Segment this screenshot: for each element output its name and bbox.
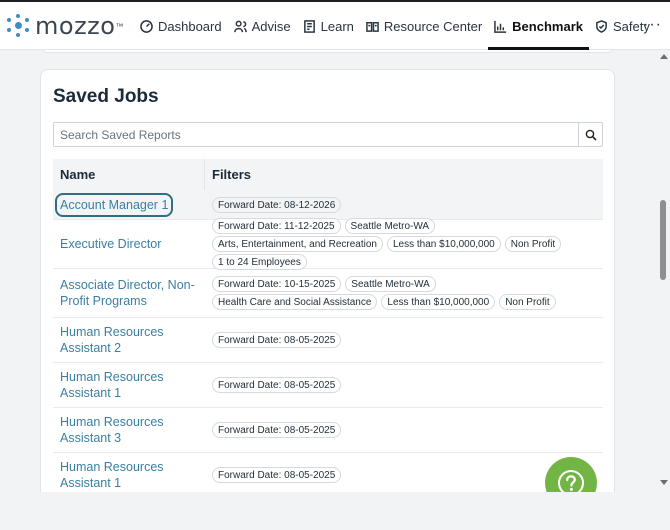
filter-chip: Forward Date: 08-05-2025	[212, 332, 342, 348]
book-icon	[303, 19, 315, 33]
filter-chip: Less than $10,000,000	[381, 294, 496, 310]
search-button[interactable]	[578, 123, 602, 146]
scroll-up-arrow-icon[interactable]	[660, 54, 668, 59]
job-link[interactable]: Account Manager 1	[55, 192, 174, 217]
table-row[interactable]: Associate Director, Non-Profit Programs …	[53, 269, 603, 318]
filter-chip: 1 to 24 Employees	[212, 254, 307, 270]
bar-chart-icon	[494, 20, 507, 33]
table-row[interactable]: Human Resources Assistant 1 Forward Date…	[53, 363, 603, 408]
table-row[interactable]: Human Resources Assistant 1 Forward Date…	[53, 453, 603, 492]
dashboard-gauge-icon	[140, 19, 153, 33]
job-link[interactable]: Human Resources Assistant 3	[60, 414, 205, 446]
filter-chip: Non Profit	[499, 294, 556, 310]
job-link[interactable]: Associate Director, Non-Profit Programs	[60, 277, 205, 309]
previous-card-bottom	[40, 50, 615, 53]
main-nav: Dashboard Advise Learn Resource Center B…	[134, 2, 656, 50]
nav-learn[interactable]: Learn	[297, 2, 360, 50]
open-book-icon	[366, 21, 379, 32]
filter-chips: Forward Date: 08-12-2026	[205, 190, 603, 219]
search-input[interactable]	[54, 123, 578, 146]
nav-dashboard[interactable]: Dashboard	[134, 2, 228, 50]
filter-chip: Forward Date: 11-12-2025	[212, 218, 341, 234]
table-row[interactable]: Human Resources Assistant 3 Forward Date…	[53, 408, 603, 453]
filter-chips: Forward Date: 08-05-2025	[205, 408, 603, 452]
filter-chips: Forward Date: 08-05-2025	[205, 318, 603, 362]
table-row[interactable]: Human Resources Assistant 2 Forward Date…	[53, 318, 603, 363]
question-mark-icon	[558, 470, 584, 492]
filter-chip: Forward Date: 08-05-2025	[212, 422, 342, 438]
mozzo-logo[interactable]: mozzo ™	[5, 12, 123, 40]
job-link[interactable]: Human Resources Assistant 1	[60, 459, 205, 491]
column-header-name[interactable]: Name	[53, 159, 205, 190]
filter-chip: Forward Date: 08-05-2025	[212, 377, 342, 393]
top-navigation-bar: mozzo ™ Dashboard Advise Learn Resource C…	[0, 0, 670, 50]
search-bar	[53, 122, 603, 147]
filter-chip: Health Care and Social Assistance	[212, 294, 378, 310]
filter-chip: Seattle Metro-WA	[344, 218, 436, 234]
nav-benchmark[interactable]: Benchmark	[488, 2, 589, 50]
more-menu-button[interactable]: ···	[643, 16, 662, 34]
nav-dashboard-label: Dashboard	[158, 18, 222, 34]
saved-jobs-table: Name Filters Account Manager 1 Forward D…	[53, 159, 603, 492]
nav-advise[interactable]: Advise	[228, 2, 297, 50]
nav-benchmark-label: Benchmark	[512, 18, 583, 34]
filter-chip: Forward Date: 08-12-2026	[212, 196, 342, 213]
nav-resource-center[interactable]: Resource Center	[360, 2, 488, 50]
nav-resource-center-label: Resource Center	[383, 18, 483, 34]
logo-text: mozzo	[35, 12, 116, 40]
filter-chip: Non Profit	[504, 236, 562, 252]
job-link[interactable]: Human Resources Assistant 1	[60, 369, 205, 401]
people-icon	[233, 20, 247, 32]
table-header: Name Filters	[53, 159, 603, 190]
filter-chip: Forward Date: 10-15-2025	[212, 276, 342, 292]
filter-chips: Forward Date: 10-15-2025 Seattle Metro-W…	[205, 269, 603, 317]
table-row[interactable]: Executive Director Forward Date: 11-12-2…	[53, 218, 603, 270]
nav-advise-label: Advise	[251, 18, 291, 34]
filter-chips: Forward Date: 11-12-2025 Seattle Metro-W…	[205, 218, 603, 270]
shield-icon	[596, 19, 607, 33]
job-link[interactable]: Executive Director	[60, 236, 161, 252]
filter-chips: Forward Date: 08-05-2025	[205, 363, 603, 407]
logo-mark-icon	[5, 13, 31, 39]
vertical-scrollbar[interactable]	[657, 50, 670, 492]
page-title: Saved Jobs	[53, 86, 159, 107]
column-header-filters: Filters	[212, 167, 252, 182]
nav-learn-label: Learn	[320, 18, 354, 34]
logo-trademark: ™	[115, 21, 124, 31]
filter-chip: Less than $10,000,000	[386, 236, 501, 252]
table-row[interactable]: Account Manager 1 Forward Date: 08-12-20…	[53, 190, 603, 220]
filter-chip: Forward Date: 08-05-2025	[212, 467, 342, 483]
scroll-down-arrow-icon[interactable]	[660, 480, 668, 485]
filter-chip: Seattle Metro-WA	[345, 276, 436, 292]
filter-chips: Forward Date: 08-05-2025	[205, 453, 603, 492]
job-link[interactable]: Human Resources Assistant 2	[60, 324, 205, 356]
scrollbar-thumb[interactable]	[660, 200, 666, 280]
filter-chip: Arts, Entertainment, and Recreation	[212, 236, 383, 252]
saved-jobs-card: Saved Jobs Name Filters Account Manager …	[40, 69, 615, 492]
search-icon	[585, 129, 597, 141]
page-content: Saved Jobs Name Filters Account Manager …	[0, 50, 656, 492]
